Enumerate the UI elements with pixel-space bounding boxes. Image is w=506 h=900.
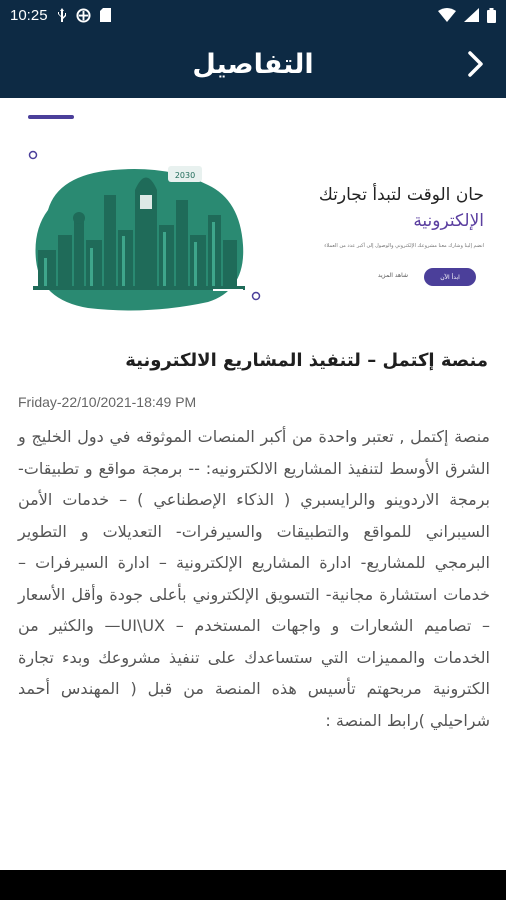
article-banner-image: 2030 حان الوقت لتبدأ تجارتك الإلكترونية … (18, 140, 488, 330)
banner-headline-text: حان الوقت لتبدأ تجارتك (318, 185, 484, 205)
vision-badge: 2030 (175, 171, 195, 180)
banner-cta-button: ابدأ الآن (424, 268, 476, 286)
system-navigation-bar (0, 870, 506, 900)
chevron-right-icon (468, 51, 483, 77)
status-right (438, 7, 496, 23)
page-title: التفاصيل (192, 48, 314, 80)
riyadh-skyline-illustration: 2030 (28, 150, 261, 311)
banner-subtext: انضم إلينا وشارك معنا مشروعك الإلكتروني … (324, 243, 484, 249)
battery-icon (487, 7, 496, 23)
settings-icon (76, 7, 91, 23)
wifi-icon (438, 8, 456, 22)
status-time: 10:25 (10, 6, 48, 24)
article-body: منصة إكتمل , تعتبر واحدة من أكبر المنصات… (18, 427, 490, 730)
status-bar: 10:25 (0, 0, 506, 30)
tab-indicator (28, 115, 74, 119)
app-bar: التفاصيل (0, 30, 506, 98)
signal-icon (464, 8, 479, 22)
banner-link: شاهد المزيد (377, 272, 408, 279)
sim-card-icon (99, 8, 111, 22)
usb-icon (57, 8, 67, 22)
banner-headline-accent: الإلكترونية (413, 211, 484, 231)
banner-headline: حان الوقت لتبدأ تجارتك الإلكترونية (254, 182, 484, 234)
back-button[interactable] (460, 48, 492, 80)
article-date: Friday-22/10/2021-18:49 PM (18, 394, 197, 410)
status-left: 10:25 (10, 7, 111, 24)
article-title: منصة إكتمل – لتنفيذ المشاريع الالكترونية (125, 350, 488, 371)
